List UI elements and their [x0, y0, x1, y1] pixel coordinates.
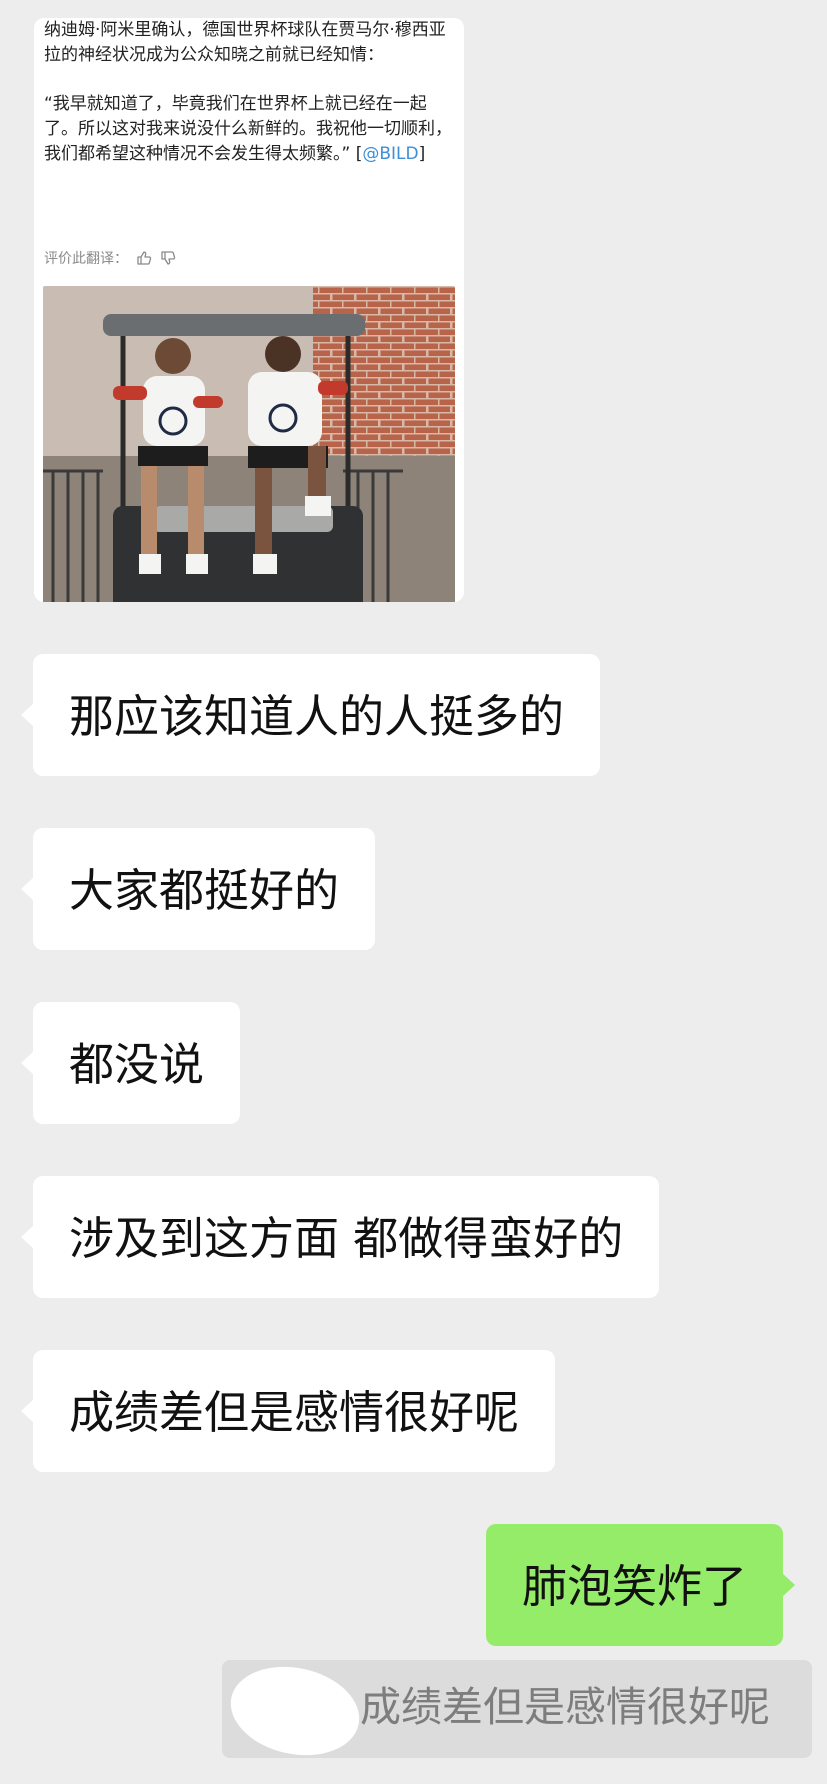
- post-quote-end: ]: [418, 144, 426, 164]
- rate-translation-label: 评价此翻译：: [44, 251, 128, 267]
- thumbs-down-icon[interactable]: [160, 250, 176, 266]
- quoted-message-text: 成绩差但是感情很好呢: [360, 1683, 770, 1731]
- post-paragraph-1: 纳迪姆·阿米里确认，德国世界杯球队在贾马尔·穆西亚拉的神经状况成为公众知晓之前就…: [44, 20, 446, 65]
- redacted-avatar: [222, 1660, 368, 1758]
- quoted-message-reference[interactable]: 成绩差但是感情很好呢: [222, 1660, 812, 1758]
- post-paragraph-2: “我早就知道了，毕竟我们在世界杯上就已经在一起了。所以这对我来说没什么新鲜的。我…: [44, 92, 452, 167]
- players-golf-cart-photo[interactable]: [43, 286, 455, 602]
- thumbs-up-icon[interactable]: [136, 250, 152, 266]
- shared-image-message[interactable]: 纳迪姆·阿米里确认，德国世界杯球队在贾马尔·穆西亚拉的神经状况成为公众知晓之前就…: [34, 18, 464, 602]
- incoming-message-1[interactable]: 那应该知道人的人挺多的: [20, 654, 601, 776]
- outgoing-message[interactable]: 肺泡笑炸了: [486, 1524, 796, 1646]
- incoming-message-5[interactable]: 成绩差但是感情很好呢: [20, 1350, 556, 1472]
- incoming-message-3[interactable]: 都没说: [20, 1002, 241, 1124]
- bild-source-link[interactable]: @BILD: [362, 144, 418, 164]
- rate-translation-row: 评价此翻译：: [44, 248, 176, 268]
- translated-post-text: 纳迪姆·阿米里确认，德国世界杯球队在贾马尔·穆西亚拉的神经状况成为公众知晓之前就…: [44, 18, 452, 167]
- incoming-message-2[interactable]: 大家都挺好的: [20, 828, 376, 950]
- incoming-message-4[interactable]: 涉及到这方面 都做得蛮好的: [20, 1176, 660, 1298]
